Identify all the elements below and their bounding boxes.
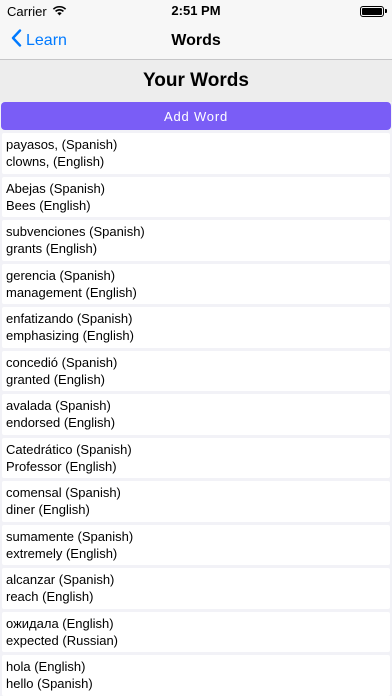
word-row[interactable]: sumamente (Spanish) extremely (English) [2,524,390,565]
word-source: concedió (Spanish) [6,354,118,370]
word-translation: hello (Spanish) [6,676,93,691]
word-translation: emphasizing (English) [6,328,134,343]
word-source: alcanzar (Spanish) [6,572,115,587]
word-source: Abejas (Spanish) [6,180,105,196]
word-row[interactable]: alcanzar (Spanish) reach (English) [2,568,390,609]
chevron-left-icon [11,29,22,52]
page-title: Your Words [143,70,249,91]
word-source: hola (English) [6,659,86,674]
word-translation: reach (English) [6,589,94,604]
word-translation: diner (English) [6,502,90,517]
navigation-bar: Learn Words [0,22,392,60]
word-source: avalada (Spanish) [6,398,111,413]
word-source: gerencia (Spanish) [6,267,116,283]
word-row[interactable]: avalada (Spanish) endorsed (English) [2,394,390,435]
word-translation: granted (English) [6,371,105,387]
word-source: ожидала (English) [6,615,114,631]
battery-level [362,7,382,15]
word-source: payasos, (Spanish) [6,137,118,152]
page-header: Your Words [0,60,392,102]
word-translation: management (English) [6,284,137,300]
word-row[interactable]: subvenciones (Spanish) grants (English) [2,220,390,261]
word-translation: expected (Russian) [6,632,118,648]
word-row[interactable]: concedió (Spanish) granted (English) [2,350,390,391]
word-row[interactable]: gerencia (Spanish) management (English) [2,263,390,304]
word-translation: clowns, (English) [6,154,105,169]
word-row[interactable]: payasos, (Spanish) clowns, (English) [2,133,390,174]
word-source: Catedrático (Spanish) [6,441,132,457]
word-list: payasos, (Spanish) clowns, (English) Abe… [0,133,392,696]
back-button[interactable]: Learn [0,29,67,52]
word-row[interactable]: comensal (Spanish) diner (English) [2,481,390,522]
word-row[interactable]: Abejas (Spanish) Bees (English) [2,176,390,217]
back-button-label: Learn [26,31,67,49]
word-source: sumamente (Spanish) [6,528,134,544]
word-translation: grants (English) [6,241,98,256]
word-source: comensal (Spanish) [6,485,121,500]
battery-icon [360,5,387,17]
word-translation: Professor (English) [6,458,117,474]
word-row[interactable]: enfatizando (Spanish) emphasizing (Engli… [2,307,390,348]
word-translation: extremely (English) [6,545,118,561]
add-word-button[interactable]: Add Word [1,102,391,130]
word-row[interactable]: hola (English) hello (Spanish) [2,655,390,696]
word-source: subvenciones (Spanish) [6,224,145,239]
word-translation: Bees (English) [6,197,91,213]
word-translation: endorsed (English) [6,415,116,430]
status-time: 2:51 PM [171,3,221,18]
word-row[interactable]: Catedrático (Spanish) Professor (English… [2,437,390,478]
word-source: enfatizando (Spanish) [6,311,133,326]
status-bar: Carrier 2:51 PM [0,0,392,22]
word-row[interactable]: ожидала (English) expected (Russian) [2,611,390,652]
